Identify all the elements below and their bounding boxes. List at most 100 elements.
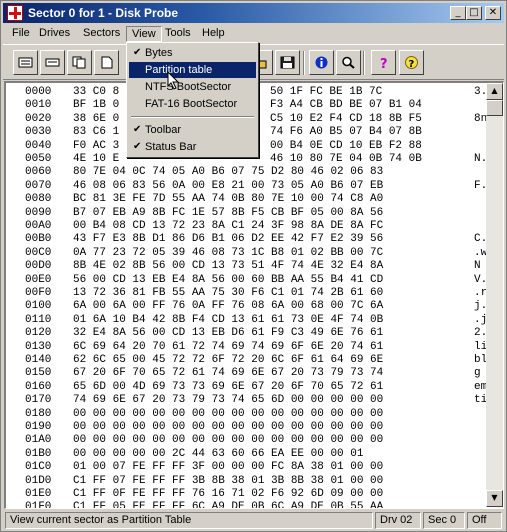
context-help-button[interactable]: ? bbox=[399, 50, 424, 75]
mouse-cursor-icon bbox=[167, 71, 180, 90]
hex-bytes: 00 B4 08 CD 13 72 23 8A C1 24 3F 98 8A D… bbox=[73, 220, 384, 232]
menu-bar: File Drives Sectors View Tools Help bbox=[3, 24, 504, 43]
hex-offset: 0030 bbox=[25, 126, 52, 139]
hex-offset: 0020 bbox=[25, 112, 52, 125]
menu-tools[interactable]: Tools bbox=[160, 26, 196, 42]
info-button[interactable] bbox=[309, 50, 334, 75]
hex-offset: 0100 bbox=[25, 300, 52, 313]
svg-text:?: ? bbox=[380, 57, 388, 69]
hex-offset: 0040 bbox=[25, 139, 52, 152]
menu-drives[interactable]: Drives bbox=[34, 26, 75, 42]
status-sector: Sec 0 bbox=[423, 512, 465, 529]
hex-bytes: BC 81 3E FE 7D 55 AA 74 0B 80 7E 10 00 7… bbox=[73, 193, 384, 206]
hex-bytes-right: F3 A4 CB BD BE 07 B1 04 bbox=[270, 99, 422, 112]
view-menu-item-toolbar[interactable]: ✔ Toolbar bbox=[129, 122, 256, 138]
menu-file[interactable]: File bbox=[7, 26, 35, 42]
help-icon: ? bbox=[380, 57, 388, 69]
hex-bytes-right: 50 1F FC BE 1B 7C bbox=[270, 86, 383, 98]
hex-bytes: 56 00 CD 13 EB E4 8A 56 00 60 BB AA 55 B… bbox=[73, 273, 384, 286]
vertical-scrollbar[interactable]: ▲ ▼ bbox=[486, 83, 503, 507]
page-icon bbox=[101, 56, 113, 69]
scroll-down-button[interactable]: ▼ bbox=[486, 490, 503, 507]
hex-ascii: N bbox=[474, 260, 481, 273]
hex-bytes: C1 FF 0F FE FF FF 76 16 71 02 F6 92 6D 0… bbox=[73, 488, 384, 500]
save-icon bbox=[280, 56, 295, 69]
help-button[interactable]: ? bbox=[371, 50, 396, 75]
view-menu-item-status-bar[interactable]: ✔ Status Bar bbox=[129, 139, 256, 155]
hex-bytes-right: 74 F6 A0 B5 07 B4 07 8B bbox=[270, 126, 422, 139]
hex-offset: 00F0 bbox=[25, 287, 52, 299]
view-bytes-button[interactable] bbox=[13, 50, 38, 75]
hex-bytes: 13 72 36 81 FB 55 AA 75 30 F6 C1 01 74 2… bbox=[73, 287, 384, 299]
title-bar[interactable]: Sector 0 for 1 - Disk Probe _ □ ✕ bbox=[3, 3, 504, 23]
save-button[interactable] bbox=[275, 50, 300, 75]
hex-offset: 0160 bbox=[25, 380, 52, 393]
menu-separator bbox=[131, 116, 254, 118]
hex-bytes: 00 00 00 00 00 00 00 00 00 00 00 00 00 0… bbox=[73, 434, 384, 447]
hex-offset: 01F0 bbox=[25, 501, 52, 509]
disk-probe-window: Sector 0 for 1 - Disk Probe _ □ ✕ File D… bbox=[0, 0, 507, 532]
toolbar-check-icon: ✔ bbox=[133, 124, 142, 135]
view-menu-item-label: Status Bar bbox=[145, 141, 197, 153]
view-menu-item-label: Toolbar bbox=[145, 124, 182, 136]
hex-offset: 01B0 bbox=[25, 447, 52, 460]
hex-bytes: 6C 69 64 20 70 61 72 74 69 74 69 6F 6E 2… bbox=[73, 340, 384, 353]
status-message: View current sector as Partition Table bbox=[5, 512, 373, 529]
hex-offset: 0010 bbox=[25, 99, 52, 112]
hex-bytes-right: 00 B4 0E CD 10 EB F2 88 bbox=[270, 139, 422, 152]
page-button[interactable] bbox=[94, 50, 119, 75]
view-menu-dropdown: ✔ Bytes Partition table NTFS BootSector … bbox=[126, 42, 259, 158]
hex-bytes: 83 C6 1 bbox=[73, 126, 120, 139]
view-menu-item-fat16-bootsector[interactable]: FAT-16 BootSector bbox=[129, 96, 256, 112]
hex-offset: 00C0 bbox=[25, 246, 52, 259]
close-button[interactable]: ✕ bbox=[485, 6, 501, 20]
hex-bytes: 00 00 00 00 00 00 00 00 00 00 00 00 00 0… bbox=[73, 421, 384, 433]
menu-view[interactable]: View bbox=[126, 26, 162, 42]
view-bytes-icon bbox=[18, 57, 33, 68]
zoom-icon bbox=[342, 56, 355, 69]
info-icon bbox=[315, 56, 328, 69]
hex-bytes: 4E 10 E bbox=[73, 153, 120, 165]
hex-bytes: B7 07 EB A9 8B FC 1E 57 8B F5 CB BF 05 0… bbox=[73, 206, 384, 219]
window-title: Sector 0 for 1 - Disk Probe bbox=[28, 6, 179, 20]
hex-bytes: C1 FF 07 FE FF FF 3B 8B 38 01 3B 8B 38 0… bbox=[73, 474, 384, 487]
view-partition-button[interactable] bbox=[40, 50, 65, 75]
hex-offset: 0050 bbox=[25, 153, 52, 165]
svg-text:?: ? bbox=[409, 59, 415, 69]
disk-probe-app-icon[interactable] bbox=[7, 5, 23, 21]
hex-bytes: 01 00 07 FE FF FF 3F 00 00 00 FC 8A 38 0… bbox=[73, 461, 384, 474]
hex-bytes: 80 7E 04 0C 74 05 A0 B6 07 75 D2 80 46 0… bbox=[73, 166, 384, 179]
hex-bytes: 67 20 6F 70 65 72 61 74 69 6E 67 20 73 7… bbox=[73, 367, 384, 380]
hex-bytes: 46 08 06 83 56 0A 00 E8 21 00 73 05 A0 B… bbox=[73, 179, 384, 192]
maximize-button[interactable]: □ bbox=[466, 6, 482, 20]
view-menu-item-label: NTFS BootSector bbox=[145, 81, 232, 93]
hex-bytes: 74 69 6E 67 20 73 79 73 74 65 6D 00 00 0… bbox=[73, 394, 384, 407]
hex-bytes: C1 FF 05 FE FF FF 6C A9 DE 0B 6C A9 DE 0… bbox=[73, 501, 384, 509]
hex-bytes: 8B 4E 02 8B 56 00 CD 13 73 51 4F 74 4E 3… bbox=[73, 260, 384, 273]
hex-offset: 00A0 bbox=[25, 220, 52, 232]
zoom-button[interactable] bbox=[336, 50, 361, 75]
hex-offset: 0140 bbox=[25, 354, 52, 366]
scroll-thumb[interactable] bbox=[486, 100, 503, 116]
hex-bytes: BF 1B 0 bbox=[73, 99, 120, 112]
context-help-icon: ? bbox=[405, 56, 418, 69]
toolbar-separator bbox=[303, 51, 305, 75]
view-menu-item-bytes[interactable]: ✔ Bytes bbox=[129, 45, 256, 61]
view-menu-item-ntfs-bootsector[interactable]: NTFS BootSector bbox=[129, 79, 256, 95]
view-menu-item-partition-table[interactable]: Partition table bbox=[129, 62, 256, 78]
hex-offset: 0060 bbox=[25, 166, 52, 179]
hex-bytes: 62 6C 65 00 45 72 72 6F 72 20 6C 6F 61 6… bbox=[73, 354, 384, 366]
hex-offset: 0180 bbox=[25, 407, 52, 420]
hex-offset: 0150 bbox=[25, 367, 52, 380]
menu-sectors[interactable]: Sectors bbox=[78, 26, 125, 42]
minimize-button[interactable]: _ bbox=[450, 6, 466, 20]
hex-offset: 00B0 bbox=[25, 233, 52, 246]
hex-bytes: 01 6A 10 B4 42 8B F4 CD 13 61 61 73 0E 4… bbox=[73, 313, 384, 326]
hex-offset: 01C0 bbox=[25, 461, 52, 474]
hex-bytes: 00 00 00 00 00 2C 44 63 60 66 EA EE 00 0… bbox=[73, 447, 364, 460]
menu-help[interactable]: Help bbox=[197, 26, 230, 42]
view-partition-icon bbox=[45, 58, 60, 67]
copy-button[interactable] bbox=[67, 50, 92, 75]
view-menu-item-label: Bytes bbox=[145, 47, 173, 59]
scroll-up-button[interactable]: ▲ bbox=[486, 83, 503, 100]
